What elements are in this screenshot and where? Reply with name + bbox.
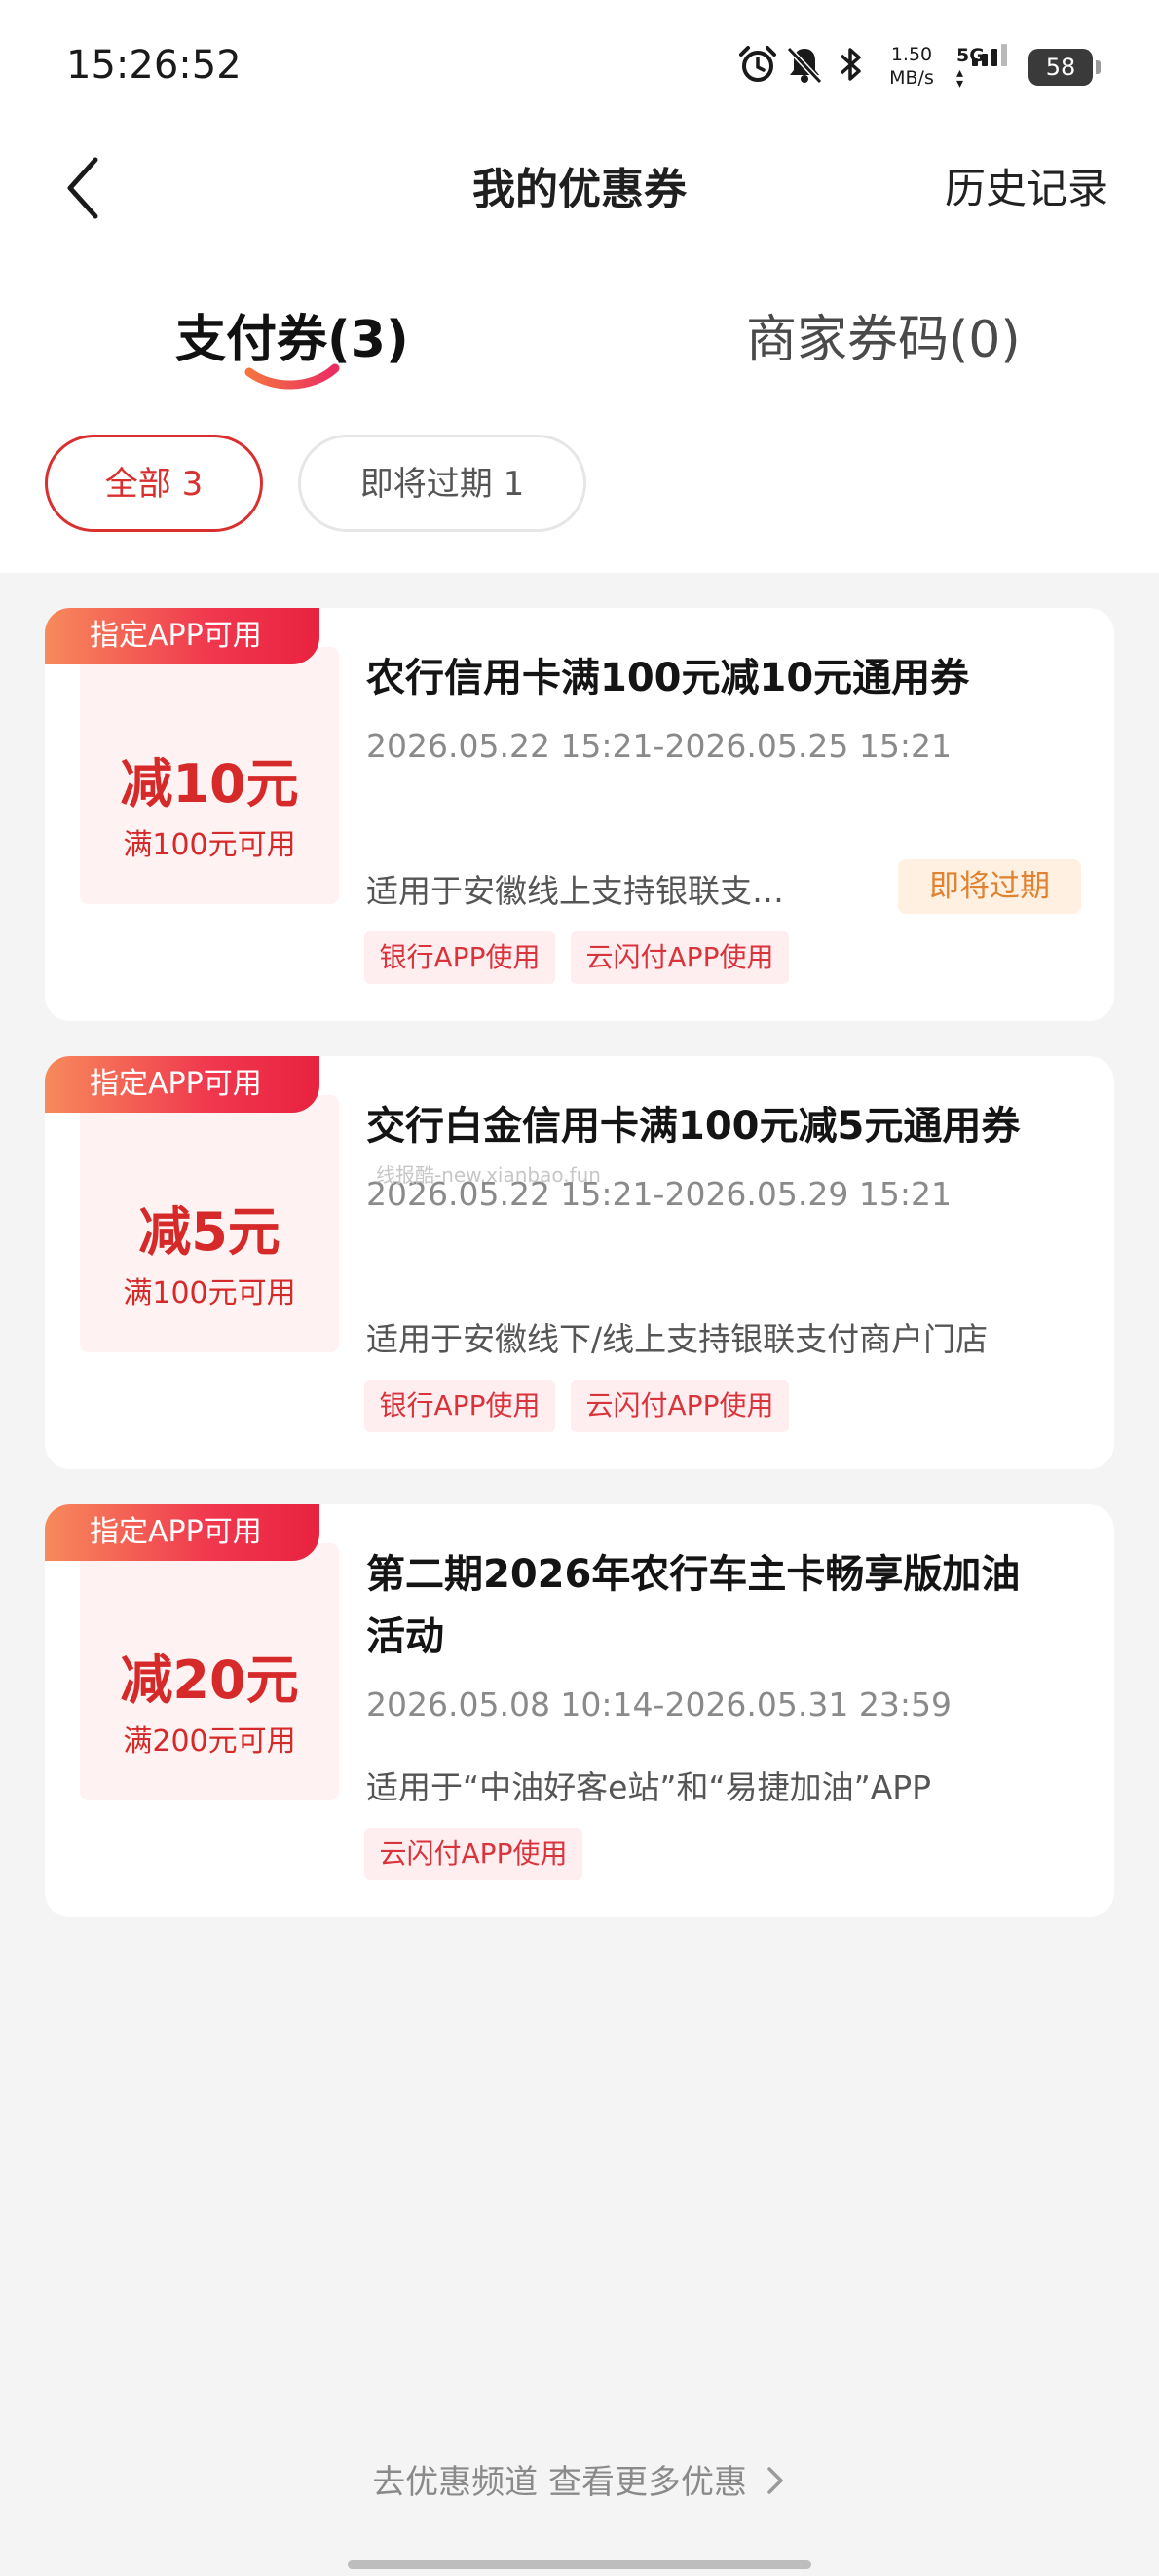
coupon-condition: 满100元可用 [123,1276,296,1310]
coupon-value-panel: 减20元 满200元可用 [80,1543,339,1800]
filter-expiring[interactable]: 即将过期 1 [298,435,586,532]
coupon-value-panel: 减10元 满100元可用 [80,647,339,904]
coupon-description: 适用于安徽线下/线上支持银联支付商户门店 [366,1320,989,1358]
coupon-condition: 满200元可用 [123,1724,296,1759]
signal-icon: 5G ▴ ▾ [956,44,1017,91]
coupon-amount: 减5元 [138,1201,280,1263]
coupon-description: 适用于“中油好客e站”和“易捷加油”APP [366,1768,932,1806]
bluetooth-icon [840,48,861,81]
coupon-title: 第二期2026年农行车主卡畅享版加油 活动 [366,1543,1087,1668]
header-area: 15:26:52 1.50 MB/s 5G ▴ ▾ 58 我的优惠券 历史记录 … [0,0,1159,573]
coupon-description: 适用于安徽线上支持银联支… [366,872,784,910]
channel-badge-unionpay: 云闪付APP使用 [571,1380,789,1432]
coupon-title-line: 第二期2026年农行车主卡畅享版加油 [366,1552,1021,1597]
home-indicator[interactable] [348,2560,811,2569]
history-button[interactable]: 历史记录 [945,156,1108,215]
watermark: 线报酷-new.xianbao.fun [376,1163,601,1187]
status-time: 15:26:52 [66,43,242,88]
coupon-card[interactable]: 减10元 满100元可用 指定APP可用 农行信用卡满100元减10元通用券 2… [45,608,1114,1021]
coupon-title: 交行白金信用卡满100元减5元通用券 [366,1104,1021,1149]
coupon-card[interactable]: 减20元 满200元可用 指定APP可用 第二期2026年农行车主卡畅享版加油 … [45,1504,1114,1917]
app-only-tag: 指定APP可用 [45,1504,319,1561]
more-offers-link[interactable]: 去优惠频道 查看更多优惠 [0,2455,1159,2503]
tab-merchant-codes[interactable]: 商家券码(0) [746,298,1021,371]
coupon-validity: 2026.05.22 15:21-2026.05.25 15:21 [366,727,952,765]
coupon-value-panel: 减5元 满100元可用 [80,1095,339,1352]
active-tab-indicator [244,363,340,390]
channel-badge-bank: 银行APP使用 [364,931,555,984]
alarm-icon [739,46,776,82]
more-offers-label: 去优惠频道 查看更多优惠 [372,2463,747,2502]
coupon-title: 农行信用卡满100元减10元通用券 [366,656,970,701]
mute-bell-icon [786,46,823,85]
channel-badge-unionpay: 云闪付APP使用 [571,931,789,984]
coupon-condition: 满100元可用 [123,828,296,862]
coupon-amount: 减10元 [120,753,299,814]
coupon-title-line: 活动 [366,1614,444,1659]
app-only-tag: 指定APP可用 [45,1056,319,1113]
coupon-amount: 减20元 [120,1649,299,1711]
coupon-validity: 2026.05.08 10:14-2026.05.31 23:59 [366,1686,952,1724]
app-only-tag: 指定APP可用 [45,608,319,664]
coupon-card[interactable]: 减5元 满100元可用 指定APP可用 交行白金信用卡满100元减5元通用券 2… [45,1056,1114,1469]
expiring-badge: 即将过期 [898,859,1081,914]
chevron-right-icon [767,2467,783,2494]
network-speed: 1.50 MB/s [889,44,934,89]
battery-icon: 58 [1028,49,1101,86]
filter-all[interactable]: 全部 3 [45,435,263,532]
channel-badge-bank: 银行APP使用 [364,1380,555,1432]
channel-badge-unionpay: 云闪付APP使用 [364,1828,582,1880]
